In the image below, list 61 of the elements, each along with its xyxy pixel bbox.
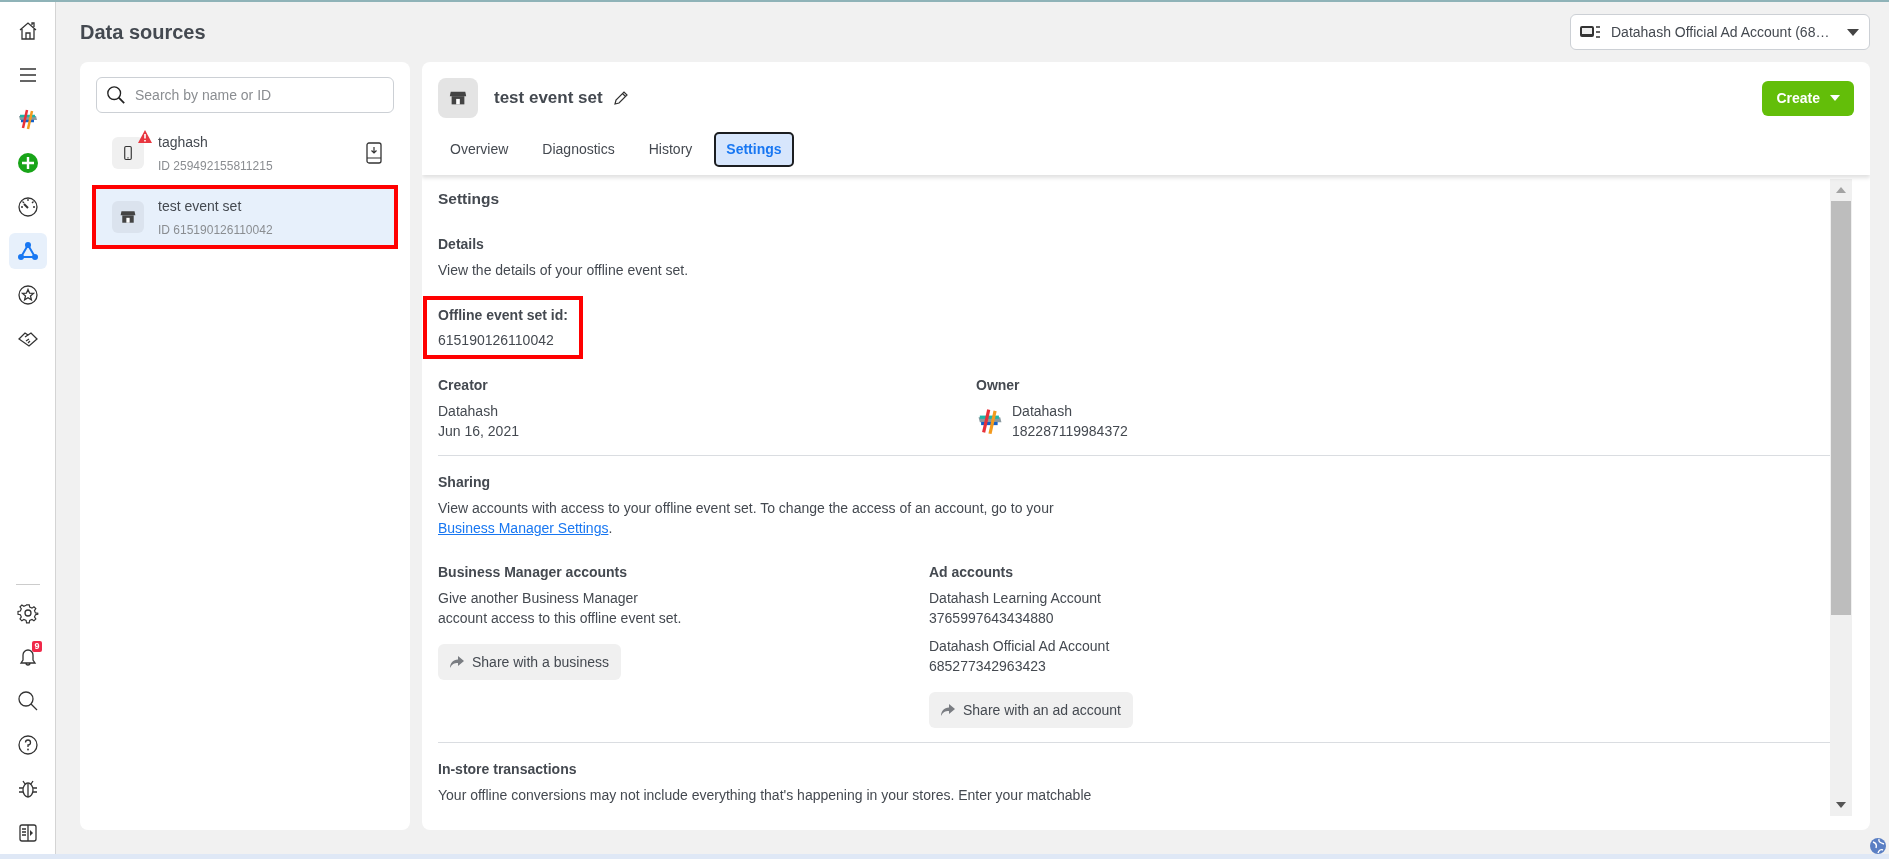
search-field[interactable]: Search by name or ID [96,77,394,113]
phone-download-icon[interactable] [366,142,382,164]
plus-icon [16,152,39,174]
source-id: ID 615190126110042 [158,221,274,239]
section-description: Your offline conversions may not include everything that's happening in your stores. Enter your matchable [438,786,1093,806]
creator-name: Datahash [438,402,499,422]
notification-badge: 9 [32,641,42,652]
globe-icon [1869,837,1887,855]
scroll-thumb[interactable] [1831,201,1851,616]
share-business-button[interactable]: Share with a business [438,644,621,681]
section-description: account access to this offline event set. [438,609,683,629]
section-title: Ad accounts [929,563,1014,583]
field-label: Creator [438,376,489,396]
source-id: ID 259492155811215 [158,157,274,175]
logo-icon [976,407,1004,436]
owner-name: Datahash [1012,402,1073,422]
logo-icon [16,108,39,130]
share-icon [450,656,464,669]
section-title: Sharing [438,473,492,493]
rail-button[interactable]: 9 [8,639,47,675]
section-description: View the details of your offline event set. [438,261,690,281]
ad-account-name: Datahash Learning Account [929,589,1102,609]
ad-account-id: 3765997643434880 [929,609,1055,629]
help-icon [16,734,39,756]
section-title: Details [438,235,485,255]
source-name: taghash [158,132,209,152]
sharing-description: View accounts with access to your offline event set. To change the access of an account, go to your Business Manager Settings. [438,499,1055,539]
field-label: Owner [976,376,1021,396]
section-description: Give another Business Manager [438,589,639,609]
page-title: Data sources [80,20,206,44]
search-icon [16,690,39,712]
owner-id: 182287119984372 [1012,422,1128,442]
tab[interactable]: Overview [438,132,521,167]
share-icon [941,704,955,717]
field-label: Offline event set id: [438,306,568,326]
scroll-down-icon[interactable] [1836,802,1846,808]
source-title: test event set [494,87,603,110]
network-icon [16,240,39,262]
ad-account-name: Datahash Official Ad Account [929,637,1111,657]
tab[interactable]: Diagnostics [530,132,627,167]
share-ad-account-button[interactable]: Share with an ad account [929,692,1133,729]
ad-account-id: 685277342963423 [929,657,1047,677]
settings-icon [16,602,39,624]
source-name: test event set [158,196,243,216]
creator-date: Jun 16, 2021 [438,422,520,442]
account-selector[interactable]: Datahash Official Ad Account (68… [1570,14,1870,50]
section-title: In-store transactions [438,760,578,780]
gauge-icon [16,196,39,218]
tab[interactable]: History [636,132,705,167]
caret-icon [1830,95,1840,101]
data-source-item[interactable]: test event set ID 615190126110042 [92,185,398,249]
caret-icon [1847,28,1859,36]
scrollbar[interactable] [1830,179,1852,816]
field-value: 615190126110042 [438,331,555,351]
section-heading: Settings [438,189,501,209]
panel-icon [16,822,39,844]
bug-icon [16,778,39,800]
pencil-icon[interactable] [612,90,629,106]
data-source-item[interactable]: taghash ID 259492155811215 [92,121,398,185]
section-title: Business Manager accounts [438,563,629,583]
store-icon [119,208,137,226]
